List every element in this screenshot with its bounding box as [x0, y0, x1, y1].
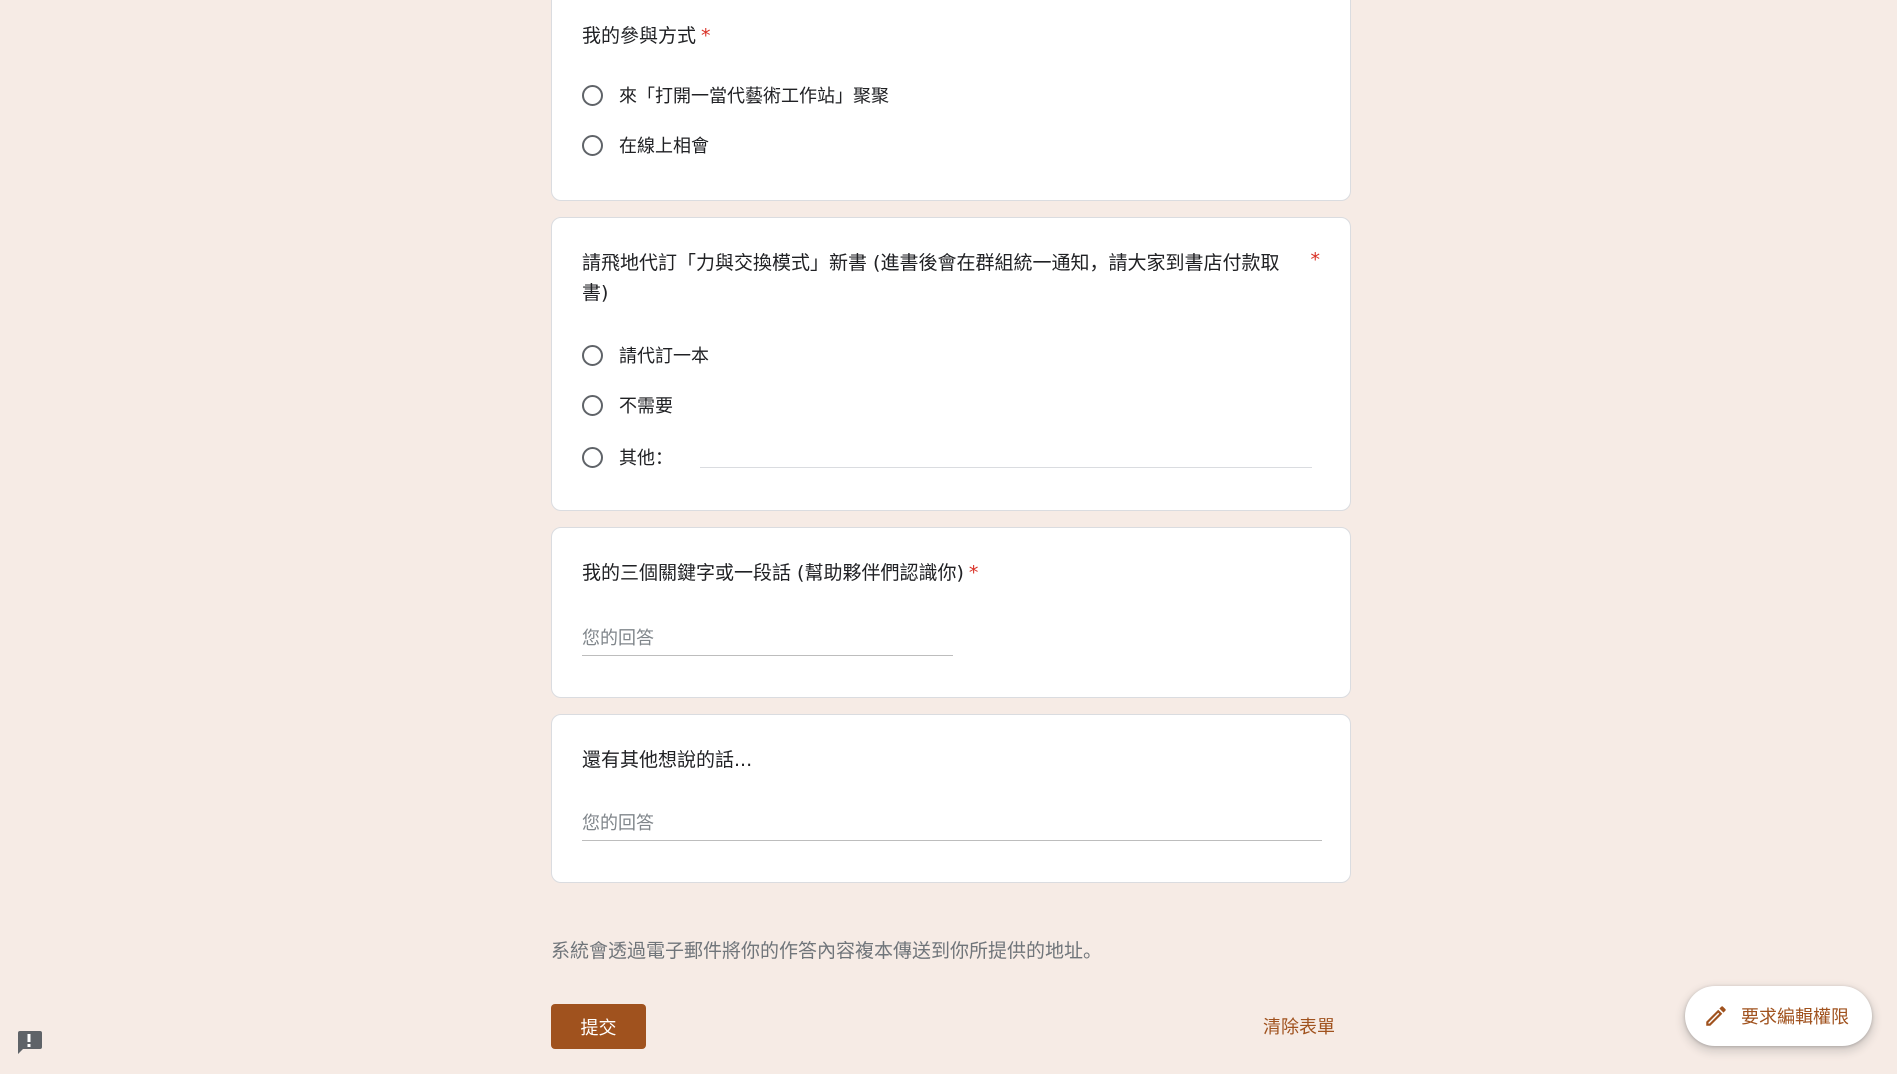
- radio-option-label: 請代訂一本: [619, 346, 709, 367]
- radio-option-2[interactable]: 不需要: [582, 392, 673, 418]
- question-title: 我的三個關鍵字或一段話 (幫助夥伴們認識你) *: [582, 558, 978, 588]
- question-card-participation: 我的參與方式 * 來「打開一當代藝術工作站」聚聚 在線上相會: [551, 0, 1351, 201]
- radio-button[interactable]: [582, 134, 603, 156]
- radio-button[interactable]: [582, 394, 603, 416]
- submit-button[interactable]: 提交: [551, 1004, 646, 1049]
- question-card-book-order: 請飛地代訂「力與交換模式」新書 (進書後會在群組統一通知，請大家到書店付款取書)…: [551, 217, 1351, 511]
- form-column: 我的參與方式 * 來「打開一當代藝術工作站」聚聚 在線上相會 請飛地代訂「力與交換…: [551, 0, 1351, 899]
- required-asterisk: *: [1310, 249, 1321, 271]
- email-copy-notice: 系統會透過電子郵件將你的作答內容複本傳送到你所提供的地址。: [551, 940, 1103, 962]
- radio-option-1[interactable]: 請代訂一本: [582, 342, 709, 368]
- radio-button[interactable]: [582, 84, 603, 106]
- report-feedback-icon[interactable]: [15, 1029, 43, 1055]
- radio-option-label: 來「打開一當代藝術工作站」聚聚: [619, 86, 889, 107]
- question-title: 還有其他想說的話...: [582, 745, 752, 775]
- required-asterisk: *: [701, 25, 711, 47]
- required-asterisk: *: [968, 562, 979, 584]
- radio-option-label: 在線上相會: [619, 136, 709, 157]
- question-card-other-words: 還有其他想說的話...: [551, 714, 1351, 883]
- request-edit-access-label: 要求編輯權限: [1741, 1007, 1849, 1028]
- radio-option-1[interactable]: 來「打開一當代藝術工作站」聚聚: [582, 82, 889, 108]
- request-edit-access-button[interactable]: 要求編輯權限: [1685, 986, 1872, 1046]
- radio-button[interactable]: [582, 344, 603, 366]
- question-title-text: 還有其他想說的話...: [582, 749, 753, 771]
- question-title-text: 我的參與方式: [582, 25, 697, 47]
- answer-input[interactable]: [582, 813, 1322, 841]
- pencil-icon: [1706, 1006, 1726, 1026]
- other-text-input[interactable]: [700, 467, 1312, 468]
- radio-option-other[interactable]: 其他：: [582, 444, 673, 470]
- answer-input[interactable]: [582, 628, 953, 656]
- radio-button[interactable]: [582, 446, 603, 468]
- question-title-text: 我的三個關鍵字或一段話 (幫助夥伴們認識你): [582, 562, 964, 584]
- radio-option-2[interactable]: 在線上相會: [582, 132, 709, 158]
- question-card-keywords: 我的三個關鍵字或一段話 (幫助夥伴們認識你) *: [551, 527, 1351, 698]
- radio-option-label: 不需要: [619, 396, 673, 417]
- clear-form-button[interactable]: 清除表單: [1255, 1010, 1343, 1042]
- radio-option-label: 其他：: [619, 448, 673, 469]
- question-title: 請飛地代訂「力與交換模式」新書 (進書後會在群組統一通知，請大家到書店付款取書): [582, 248, 1302, 308]
- question-title-text: 請飛地代訂「力與交換模式」新書 (進書後會在群組統一通知，請大家到書店付款取書): [582, 252, 1280, 304]
- question-title: 我的參與方式 *: [582, 21, 711, 51]
